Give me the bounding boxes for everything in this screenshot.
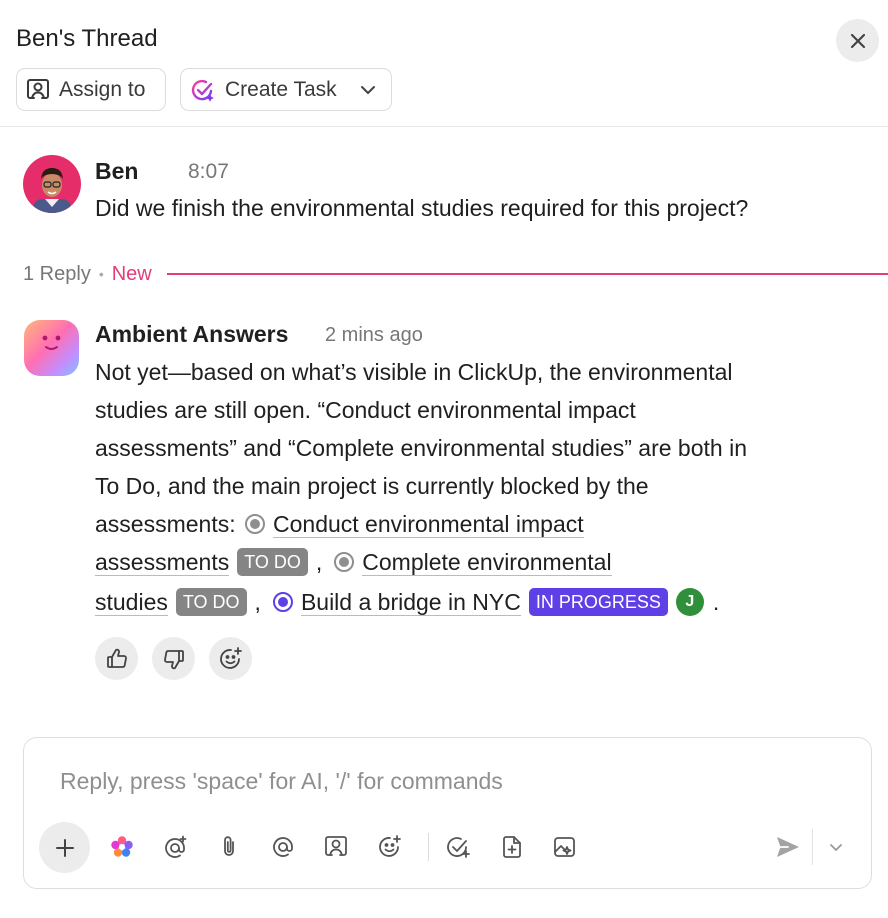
reply-divider: 1 Reply • New xyxy=(23,260,888,288)
period: . xyxy=(712,589,720,615)
send-options-button[interactable] xyxy=(821,832,851,862)
comma: , xyxy=(254,589,261,615)
ai-mention-icon xyxy=(165,835,187,858)
thumbs-up-icon xyxy=(106,648,127,668)
comma: , xyxy=(315,549,323,575)
ai-assist-button[interactable] xyxy=(161,832,191,862)
create-task-button[interactable]: Create Task xyxy=(180,68,392,111)
sparkle-check-icon xyxy=(191,79,214,101)
close-icon xyxy=(850,33,865,48)
task-link-complete-studies[interactable]: studies xyxy=(95,589,168,616)
ai-text-line: studies are still open. “Conduct environ… xyxy=(95,397,636,423)
send-button[interactable] xyxy=(773,832,803,862)
assign-comment-button[interactable] xyxy=(321,832,351,862)
doc-add-icon xyxy=(503,836,521,858)
thread-title: Ben's Thread xyxy=(16,25,158,52)
todo-status-icon xyxy=(245,514,265,534)
ai-text-segment: assessments: xyxy=(95,511,242,537)
attach-file-button[interactable] xyxy=(214,832,244,862)
task-link-build-bridge[interactable]: Build a bridge in NYC xyxy=(300,589,521,616)
plus-icon xyxy=(55,838,74,857)
avatar[interactable] xyxy=(23,155,81,213)
create-task-tool-button[interactable] xyxy=(443,832,473,862)
ai-text-line: To Do, and the main project is currently… xyxy=(95,473,649,499)
new-divider-line xyxy=(166,273,888,275)
reply-input[interactable] xyxy=(60,764,830,798)
ai-reply-time: 2 mins ago xyxy=(325,324,423,346)
assign-to-button[interactable]: Assign to xyxy=(16,68,166,111)
todo-status-icon xyxy=(334,552,355,572)
ai-text-line: assessments TO DO , Complete environment… xyxy=(95,543,865,581)
status-badge-todo: TO DO xyxy=(175,588,247,616)
mention-button[interactable] xyxy=(268,832,298,862)
send-divider xyxy=(812,829,813,865)
ai-brain-button[interactable] xyxy=(107,832,137,862)
emoji-add-icon xyxy=(219,646,242,669)
task-link-conduct-assessments[interactable]: assessments xyxy=(95,549,230,576)
chevron-down-icon[interactable] xyxy=(359,81,377,99)
reply-count: 1 Reply xyxy=(23,262,91,285)
message-text: Did we finish the environmental studies … xyxy=(95,195,749,221)
add-attachment-button[interactable] xyxy=(39,822,90,873)
task-link-conduct-assessments[interactable]: Conduct environmental impact xyxy=(273,511,584,538)
reply-composer xyxy=(23,737,872,889)
assign-person-icon xyxy=(27,78,49,99)
thread-header: Ben's Thread Assign to Create Task xyxy=(0,0,888,127)
create-task-label: Create Task xyxy=(225,77,337,101)
send-icon xyxy=(777,837,799,857)
status-badge-in-progress: IN PROGRESS xyxy=(528,588,668,616)
ai-reply-body: Not yet—based on what’s visible in Click… xyxy=(95,353,865,623)
paperclip-icon xyxy=(224,836,234,856)
chevron-down-icon xyxy=(830,844,842,851)
thumbs-down-icon xyxy=(163,649,184,669)
ai-text-line: studies TO DO , Build a bridge in NYC IN… xyxy=(95,581,865,623)
thumbs-down-button[interactable] xyxy=(152,637,195,680)
ai-avatar xyxy=(24,320,79,376)
ai-text-line: assessments: Conduct environmental impac… xyxy=(95,505,865,543)
at-sign-icon xyxy=(273,837,293,857)
message-time: 8:07 xyxy=(188,160,229,183)
task-link-complete-studies[interactable]: Complete environmental xyxy=(362,549,612,576)
image-ai-icon xyxy=(554,837,575,857)
task-check-icon xyxy=(447,837,470,858)
emoji-button[interactable] xyxy=(375,832,405,862)
toolbar-divider xyxy=(428,833,429,861)
ai-author[interactable]: Ambient Answers xyxy=(95,321,288,348)
assign-to-label: Assign to xyxy=(59,77,146,101)
assign-person-icon xyxy=(325,836,347,856)
ai-text-line: assessments” and “Complete environmental… xyxy=(95,435,747,461)
in-progress-status-icon xyxy=(272,592,293,612)
clip-image-button[interactable] xyxy=(550,832,580,862)
emoji-add-icon xyxy=(379,835,401,857)
ai-flower-icon xyxy=(111,836,133,857)
create-doc-button[interactable] xyxy=(497,832,527,862)
assignee-avatar[interactable]: J xyxy=(675,588,704,616)
status-badge-todo: TO DO xyxy=(237,548,308,576)
add-reaction-button[interactable] xyxy=(209,637,252,680)
message-author[interactable]: Ben xyxy=(95,158,138,185)
thumbs-up-button[interactable] xyxy=(95,637,138,680)
ai-text-line: Not yet—based on what’s visible in Click… xyxy=(95,359,733,385)
separator-dot: • xyxy=(98,266,104,282)
new-label: New xyxy=(111,262,152,285)
close-button[interactable] xyxy=(836,19,879,62)
